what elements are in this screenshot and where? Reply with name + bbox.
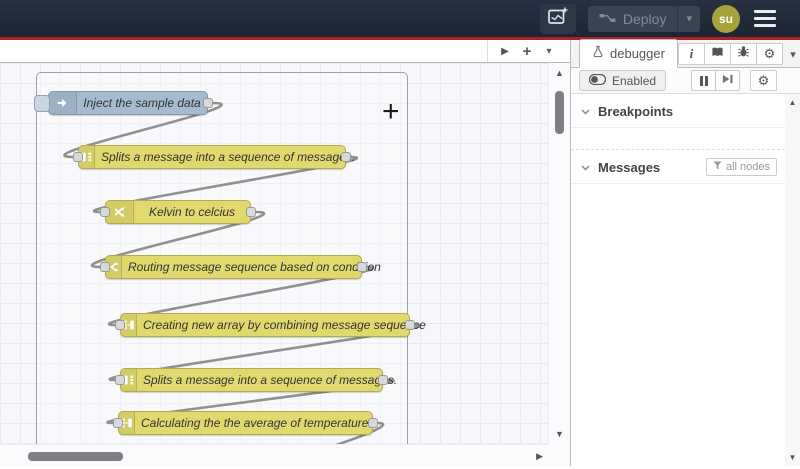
vertical-scroll-thumb[interactable] [555, 91, 564, 134]
node-label: Creating new array by combining message … [143, 318, 426, 332]
caret-down-icon: ▾ [790, 48, 796, 61]
deploy-options-caret[interactable]: ▾ [677, 5, 700, 32]
header-bar: Deploy ▾ su [0, 0, 800, 40]
output-port[interactable] [405, 320, 415, 330]
scroll-down-icon[interactable]: ▼ [549, 429, 570, 439]
ai-assistant-button[interactable] [539, 3, 576, 34]
input-port[interactable] [113, 418, 123, 428]
hamburger-menu-icon [754, 10, 776, 13]
input-port[interactable] [73, 152, 83, 162]
enabled-label: Enabled [612, 73, 657, 88]
book-icon [711, 45, 724, 63]
avatar-initials: su [718, 11, 733, 26]
gear-icon: ⚙ [763, 46, 776, 61]
message-filter-button[interactable]: all nodes [705, 158, 777, 176]
input-port[interactable] [100, 207, 110, 217]
toggle-icon [588, 73, 607, 88]
output-port[interactable] [368, 418, 378, 428]
add-flow-button[interactable]: + [516, 40, 538, 62]
canvas-vertical-scrollbar[interactable]: ▲ ▼ [548, 63, 570, 444]
config-nodes-tab-button[interactable]: ⚙ [755, 43, 783, 65]
flow-workspace: ▶ + ▾ Inject the sample data Splits a mes… [0, 40, 570, 466]
sidebar-scrollbar[interactable]: ▲ ▼ [785, 94, 800, 466]
sidebar-tab-label: debugger [610, 45, 665, 61]
debugger-settings-button[interactable]: ⚙ [750, 70, 777, 91]
input-port[interactable] [100, 262, 110, 272]
tab-debugger[interactable]: debugger [579, 39, 678, 68]
bug-icon [737, 45, 750, 63]
node-label: Splits a message into a sequence of mess… [101, 150, 356, 164]
flow-node-switch[interactable]: Routing message sequence based on condit… [100, 255, 381, 279]
main-menu-button[interactable] [752, 6, 778, 31]
node-label: Inject the sample data [83, 96, 201, 110]
deploy-label: Deploy [622, 10, 667, 27]
scroll-right-icon[interactable]: ▶ [536, 451, 543, 462]
tab-scroll-right-button[interactable]: ▶ [494, 40, 516, 62]
inject-arrow-icon [49, 92, 77, 114]
funnel-icon [713, 161, 722, 173]
gear-icon: ⚙ [757, 72, 770, 88]
deploy-button[interactable]: Deploy ▾ [587, 5, 700, 32]
debug-sidebar: debugger i ⚙ ▾ Enabled ⚙ Breakpoints Mes… [570, 39, 800, 466]
ai-flow-icon [547, 6, 569, 31]
input-port[interactable] [115, 320, 125, 330]
flask-icon [592, 45, 604, 61]
node-label: Kelvin to celcius [148, 205, 236, 219]
flow-node-inject[interactable]: Inject the sample data [34, 91, 213, 115]
debugger-panel: Breakpoints Messages all nodes ▲ ▼ [571, 94, 800, 466]
scroll-up-icon[interactable]: ▲ [785, 98, 800, 107]
caret-down-icon: ▾ [686, 13, 692, 25]
flow-tab-bar: ▶ + ▾ [0, 40, 570, 63]
flow-list-button[interactable]: ▾ [538, 40, 560, 62]
change-icon [106, 201, 134, 223]
breakpoints-section-header[interactable]: Breakpoints [571, 94, 785, 128]
debugger-enabled-toggle[interactable]: Enabled [579, 70, 667, 91]
scroll-down-icon[interactable]: ▼ [785, 453, 800, 462]
output-port[interactable] [341, 152, 351, 162]
pause-button[interactable] [691, 70, 716, 91]
flow-canvas[interactable]: Inject the sample data Splits a message i… [0, 63, 570, 466]
user-avatar[interactable]: su [712, 4, 740, 33]
sidebar-tab-buttons: i ⚙ ▾ [677, 43, 800, 65]
output-port[interactable] [357, 262, 367, 272]
flow-node-join[interactable]: Calculating the the average of temperatu… [113, 411, 378, 435]
debugger-toolbar: Enabled ⚙ [571, 68, 800, 94]
breakpoints-title: Breakpoints [598, 103, 674, 119]
canvas-grid[interactable]: Inject the sample data Splits a message i… [0, 63, 548, 444]
flow-node-split[interactable]: Splits a message into a sequence of mess… [115, 368, 397, 392]
input-port[interactable] [115, 375, 125, 385]
help-tab-button[interactable] [703, 43, 731, 65]
node-label: Routing message sequence based on condit… [128, 260, 381, 274]
sidebar-options-button[interactable]: ▾ [783, 43, 800, 65]
horizontal-scroll-thumb[interactable] [28, 452, 123, 461]
debug-tab-button[interactable] [729, 43, 757, 65]
step-icon [721, 72, 734, 90]
node-label: Calculating the the average of temperatu… [141, 416, 369, 430]
sidebar-tab-bar: debugger i ⚙ ▾ [571, 39, 800, 68]
output-port[interactable] [203, 98, 213, 108]
output-port[interactable] [246, 207, 256, 217]
flow-node-join[interactable]: Creating new array by combining message … [115, 313, 426, 337]
inject-trigger-button[interactable] [34, 95, 50, 112]
chevron-down-icon [581, 158, 590, 176]
flow-node-change[interactable]: Kelvin to celcius [100, 200, 256, 224]
canvas-horizontal-scrollbar[interactable]: ▶ [0, 444, 548, 466]
messages-section-header[interactable]: Messages all nodes [571, 150, 785, 184]
output-port[interactable] [378, 375, 388, 385]
flow-node-split[interactable]: Splits a message into a sequence of mess… [73, 145, 355, 169]
node-label: Splits a message into a sequence of mess… [143, 373, 398, 387]
info-icon: i [689, 46, 694, 61]
step-button[interactable] [715, 70, 740, 91]
breakpoints-list [571, 128, 785, 150]
scroll-up-icon[interactable]: ▲ [549, 68, 570, 78]
chevron-down-icon [581, 102, 590, 120]
info-tab-button[interactable]: i [677, 43, 705, 65]
pause-icon [699, 75, 703, 86]
filter-label: all nodes [725, 161, 770, 173]
deploy-nodes-icon [599, 11, 616, 27]
messages-title: Messages [598, 159, 661, 175]
